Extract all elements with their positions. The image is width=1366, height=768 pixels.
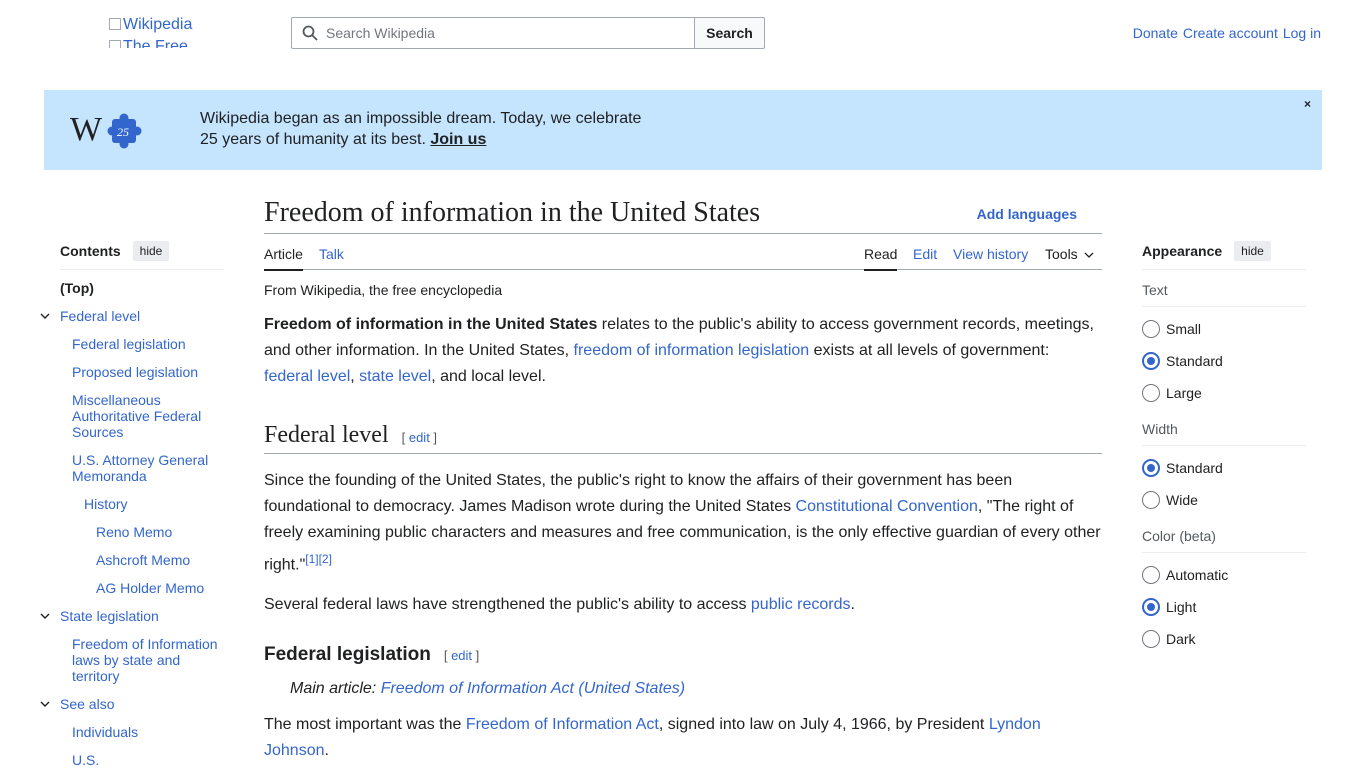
- toc-item[interactable]: Reno Memo: [60, 524, 224, 540]
- toc-item[interactable]: (Top): [60, 280, 224, 296]
- toc-item[interactable]: Federal level: [40, 308, 224, 324]
- page-tabs: Article Talk Read Edit View history Tool…: [264, 234, 1102, 271]
- text-size-label: Text: [1142, 282, 1306, 307]
- site-header: Wikipedia The Free Search Donate Create …: [0, 0, 1366, 66]
- chevron-down-icon[interactable]: [40, 311, 50, 321]
- appearance-title: Appearance: [1142, 242, 1223, 259]
- toc-item[interactable]: Miscellaneous Authoritative Federal Sour…: [60, 392, 224, 440]
- text-size-large[interactable]: Large: [1142, 377, 1306, 409]
- search-button[interactable]: Search: [694, 17, 765, 49]
- site-tagline: From Wikipedia, the free encyclopedia: [264, 282, 503, 298]
- chevron-down-icon: [1084, 252, 1094, 258]
- toc-item[interactable]: Individuals: [60, 724, 224, 740]
- banner-message: Wikipedia began as an impossible dream. …: [200, 110, 642, 148]
- text-size-small[interactable]: Small: [1142, 313, 1306, 345]
- table-of-contents: Contents hide (Top) Federal level Federal …: [40, 240, 224, 768]
- logo-wordmark[interactable]: Wikipedia: [109, 16, 192, 33]
- tab-read[interactable]: Read: [864, 246, 898, 271]
- search-box[interactable]: [291, 17, 694, 49]
- toc-item[interactable]: Federal legislation: [60, 336, 224, 352]
- tab-article[interactable]: Article: [264, 246, 303, 271]
- logo-number: 25: [117, 125, 129, 139]
- user-links: Donate Create account Log in: [1133, 25, 1321, 41]
- tools-menu[interactable]: Tools: [1045, 246, 1094, 269]
- broken-image-icon: [109, 18, 121, 30]
- toc-hide-button[interactable]: hide: [132, 240, 170, 261]
- public-records-link[interactable]: public records: [751, 596, 851, 613]
- edit-section-link: [ edit ]: [401, 430, 438, 445]
- create-account-link[interactable]: Create account: [1183, 25, 1278, 41]
- toc-item[interactable]: U.S.: [60, 752, 224, 768]
- logo-tagline[interactable]: The Free: [109, 36, 192, 48]
- logo-w-letter: W: [70, 111, 103, 148]
- toc-item[interactable]: History: [60, 496, 224, 512]
- main-article-hatnote: Main article: Freedom of Information Act…: [290, 680, 686, 698]
- width-options: Standard Wide: [1142, 452, 1306, 516]
- federal-level-heading: Federal level [ edit ]: [264, 422, 1102, 454]
- constitutional-convention-link[interactable]: Constitutional Convention: [796, 498, 978, 515]
- reference-2[interactable]: [2]: [319, 552, 332, 566]
- search-icon: [302, 25, 318, 41]
- color-label: Color (beta): [1142, 528, 1306, 553]
- banner-close-button[interactable]: ×: [1304, 97, 1311, 111]
- login-link[interactable]: Log in: [1283, 25, 1321, 41]
- legislation-paragraph-1: The most important was the Freedom of In…: [264, 716, 1041, 760]
- toc-title: Contents: [60, 242, 121, 259]
- toc-list: (Top) Federal level Federal legislation Pro…: [40, 280, 224, 768]
- color-dark[interactable]: Dark: [1142, 623, 1306, 655]
- federal-legislation-heading: Federal legislation [ edit ]: [264, 644, 480, 666]
- search-input[interactable]: [326, 25, 686, 41]
- tab-talk[interactable]: Talk: [319, 246, 344, 269]
- toc-item[interactable]: U.S. Attorney General Memoranda: [60, 452, 224, 484]
- tab-edit[interactable]: Edit: [913, 246, 937, 269]
- foi-legislation-link[interactable]: freedom of information legislation: [574, 342, 810, 359]
- text-size-standard[interactable]: Standard: [1142, 345, 1306, 377]
- article-content: Freedom of information in the United Sta…: [264, 196, 1102, 764]
- appearance-panel: Appearance hide Text Small Standard Larg…: [1142, 240, 1306, 655]
- toc-item[interactable]: Freedom of Information laws by state and…: [60, 636, 224, 684]
- color-light[interactable]: Light: [1142, 591, 1306, 623]
- edit-section-link: [ edit ]: [443, 648, 480, 664]
- intro-paragraph: Freedom of information in the United Sta…: [264, 316, 1094, 385]
- federal-paragraph-2: Several federal laws have strengthened t…: [264, 596, 855, 614]
- text-size-options: Small Standard Large: [1142, 313, 1306, 409]
- wikipedia-25-logo-icon: W 25: [70, 111, 142, 149]
- donate-link[interactable]: Donate: [1133, 25, 1178, 41]
- width-wide[interactable]: Wide: [1142, 484, 1306, 516]
- width-standard[interactable]: Standard: [1142, 452, 1306, 484]
- broken-image-icon: [109, 39, 121, 48]
- tab-view-history[interactable]: View history: [953, 246, 1028, 269]
- color-automatic[interactable]: Automatic: [1142, 559, 1306, 591]
- puzzle-piece-icon: 25: [107, 113, 142, 149]
- toc-item[interactable]: State legislation: [40, 608, 224, 624]
- chevron-down-icon[interactable]: [40, 699, 50, 709]
- anniversary-banner: W 25 Wikipedia began as an impossible dr…: [44, 90, 1322, 170]
- toc-item[interactable]: Ashcroft Memo: [60, 552, 224, 568]
- chevron-down-icon[interactable]: [40, 611, 50, 621]
- federal-level-link[interactable]: federal level: [264, 368, 350, 385]
- state-level-link[interactable]: state level: [359, 368, 431, 385]
- foia-link[interactable]: Freedom of Information Act: [466, 716, 659, 733]
- toc-item[interactable]: See also: [40, 696, 224, 712]
- toc-item[interactable]: Proposed legislation: [60, 364, 224, 380]
- appearance-hide-button[interactable]: hide: [1234, 240, 1271, 261]
- federal-paragraph-1: Since the founding of the United States,…: [264, 472, 1101, 574]
- join-us-link[interactable]: Join us: [430, 131, 486, 148]
- foia-main-article-link[interactable]: Freedom of Information Act (United State…: [381, 680, 685, 697]
- reference-1[interactable]: [1]: [305, 552, 318, 566]
- wikipedia-logo[interactable]: Wikipedia The Free: [109, 14, 192, 48]
- color-options: Automatic Light Dark: [1142, 559, 1306, 655]
- toc-item[interactable]: AG Holder Memo: [60, 580, 224, 596]
- add-languages-button[interactable]: Add languages: [977, 206, 1077, 222]
- width-label: Width: [1142, 421, 1306, 446]
- search-form: Search: [291, 17, 765, 49]
